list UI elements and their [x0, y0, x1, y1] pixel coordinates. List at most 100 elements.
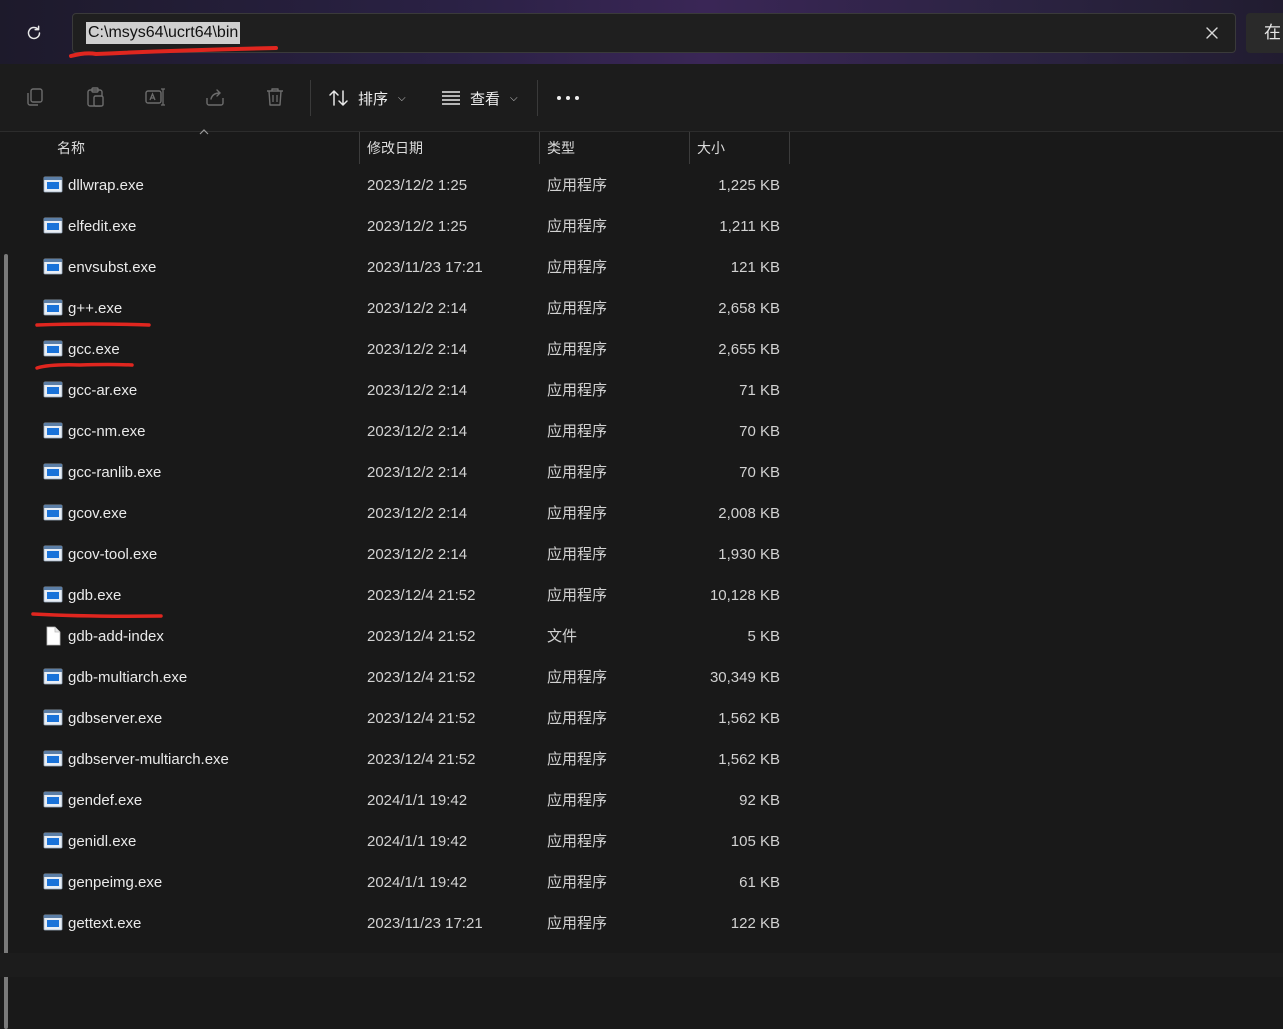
more-icon-dot: [566, 96, 570, 100]
file-name: gcc-ar.exe: [68, 382, 138, 399]
more-options-button[interactable]: [555, 86, 581, 110]
file-row[interactable]: gcc.exe 2023/12/2 2:14 应用程序 2,655 KB: [38, 329, 790, 370]
address-input[interactable]: C:\msys64\ucrt64\bin: [72, 13, 1236, 53]
file-name: gcc-nm.exe: [68, 423, 146, 440]
column-divider[interactable]: [359, 132, 360, 164]
status-bar: [0, 953, 1283, 977]
column-header-name[interactable]: 名称: [57, 132, 85, 164]
file-type: 应用程序: [547, 751, 608, 768]
file-modified: 2023/12/2 2:14: [367, 382, 468, 399]
file-type: 应用程序: [547, 792, 608, 809]
file-modified: 2024/1/1 19:42: [367, 833, 468, 850]
file-row[interactable]: gcc-nm.exe 2023/12/2 2:14 应用程序 70 KB: [38, 411, 790, 452]
file-row[interactable]: gdb-add-index 2023/12/4 21:52 文件 5 KB: [38, 616, 790, 657]
exe-icon: [43, 790, 63, 810]
file-type: 应用程序: [547, 177, 608, 194]
exe-icon: [43, 257, 63, 277]
file-row[interactable]: dllwrap.exe 2023/12/2 1:25 应用程序 1,225 KB: [38, 165, 790, 206]
file-size: 1,211 KB: [719, 218, 780, 235]
file-name: gcc-ranlib.exe: [68, 464, 162, 481]
file-modified: 2023/12/4 21:52: [367, 710, 476, 727]
file-name: elfedit.exe: [68, 218, 137, 235]
sort-button[interactable]: 排序 ⌵: [328, 84, 406, 112]
file-size: 10,128 KB: [709, 587, 780, 604]
column-header-size[interactable]: 大小: [697, 132, 725, 164]
file-type: 应用程序: [547, 587, 608, 604]
refresh-button[interactable]: [18, 18, 50, 48]
share-button[interactable]: [202, 84, 228, 110]
file-modified: 2023/12/2 2:14: [367, 423, 468, 440]
exe-icon: [43, 872, 63, 892]
file-row[interactable]: gcov-tool.exe 2023/12/2 2:14 应用程序 1,930 KB: [38, 534, 790, 575]
file-row[interactable]: elfedit.exe 2023/12/2 1:25 应用程序 1,211 KB: [38, 206, 790, 247]
exe-icon: [43, 462, 63, 482]
file-name: envsubst.exe: [68, 259, 157, 276]
file-modified: 2023/12/2 1:25: [367, 177, 468, 194]
column-divider[interactable]: [539, 132, 540, 164]
column-divider[interactable]: [689, 132, 690, 164]
more-icon: [557, 96, 561, 100]
more-icon-dot: [575, 96, 579, 100]
rename-icon: [145, 88, 165, 106]
file-type: 应用程序: [547, 915, 608, 932]
exe-icon: [43, 913, 63, 933]
file-row[interactable]: gcc-ar.exe 2023/12/2 2:14 应用程序 71 KB: [38, 370, 790, 411]
file-row[interactable]: genidl.exe 2024/1/1 19:42 应用程序 105 KB: [38, 821, 790, 862]
file-size: 2,655 KB: [718, 341, 780, 358]
exe-icon: [43, 298, 63, 318]
exe-icon: [43, 503, 63, 523]
file-size: 1,562 KB: [718, 710, 780, 727]
file-modified: 2023/12/2 2:14: [367, 464, 468, 481]
file-row[interactable]: gdb.exe 2023/12/4 21:52 应用程序 10,128 KB: [38, 575, 790, 616]
file-row[interactable]: gcc-ranlib.exe 2023/12/2 2:14 应用程序 70 KB: [38, 452, 790, 493]
file-modified: 2024/1/1 19:42: [367, 874, 468, 891]
paste-icon: [87, 87, 104, 107]
file-size: 70 KB: [739, 423, 780, 440]
file-modified: 2023/12/4 21:52: [367, 751, 476, 768]
column-divider[interactable]: [789, 132, 790, 164]
file-size: 5 KB: [747, 628, 780, 645]
file-row[interactable]: gdbserver.exe 2023/12/4 21:52 应用程序 1,562 KB: [38, 698, 790, 739]
command-bar: 排序 ⌵ 查看 ⌵: [0, 64, 1283, 132]
file-modified: 2023/12/4 21:52: [367, 628, 476, 645]
file-name: gdbserver.exe: [68, 710, 163, 727]
file-row[interactable]: gendef.exe 2024/1/1 19:42 应用程序 92 KB: [38, 780, 790, 821]
refresh-icon: [27, 25, 41, 40]
file-name: gdbserver-multiarch.exe: [68, 751, 229, 768]
file-name: gendef.exe: [68, 792, 143, 809]
share-icon: [206, 89, 224, 106]
file-modified: 2023/12/2 2:14: [367, 300, 468, 317]
search-box-partial[interactable]: 在: [1246, 13, 1283, 53]
file-name: gdb-multiarch.exe: [68, 669, 188, 686]
file-name: gettext.exe: [68, 915, 142, 932]
file-size: 71 KB: [739, 382, 780, 399]
file-size: 2,658 KB: [718, 300, 780, 317]
file-row[interactable]: gdb-multiarch.exe 2023/12/4 21:52 应用程序 30,3…: [38, 657, 790, 698]
file-icon: [43, 626, 63, 646]
file-modified: 2023/12/2 1:25: [367, 218, 468, 235]
file-row[interactable]: genpeimg.exe 2024/1/1 19:42 应用程序 61 KB: [38, 862, 790, 903]
column-header-type[interactable]: 类型: [547, 132, 575, 164]
delete-button[interactable]: [262, 84, 288, 110]
file-row[interactable]: gcov.exe 2023/12/2 2:14 应用程序 2,008 KB: [38, 493, 790, 534]
file-row[interactable]: gettext.exe 2023/11/23 17:21 应用程序 122 KB: [38, 903, 790, 944]
close-icon[interactable]: [1203, 24, 1221, 42]
chevron-down-icon: ⌵: [510, 92, 518, 104]
file-name: gcov-tool.exe: [68, 546, 158, 563]
column-header-modified[interactable]: 修改日期: [367, 132, 423, 164]
file-modified: 2023/12/4 21:52: [367, 587, 476, 604]
file-row[interactable]: envsubst.exe 2023/11/23 17:21 应用程序 121 KB: [38, 247, 790, 288]
scrollbar-thumb[interactable]: [4, 254, 8, 1029]
rename-button[interactable]: [142, 84, 168, 110]
address-path-text[interactable]: C:\msys64\ucrt64\bin: [86, 22, 241, 44]
file-type: 应用程序: [547, 505, 608, 522]
file-row[interactable]: g++.exe 2023/12/2 2:14 应用程序 2,658 KB: [38, 288, 790, 329]
view-button[interactable]: 查看 ⌵: [440, 84, 518, 112]
file-type: 文件: [547, 628, 578, 645]
file-type: 应用程序: [547, 423, 608, 440]
paste-button[interactable]: [82, 84, 108, 110]
copy-button[interactable]: [22, 84, 48, 110]
exe-icon: [43, 708, 63, 728]
file-row[interactable]: gdbserver-multiarch.exe 2023/12/4 21:52 应用…: [38, 739, 790, 780]
file-type: 应用程序: [547, 300, 608, 317]
